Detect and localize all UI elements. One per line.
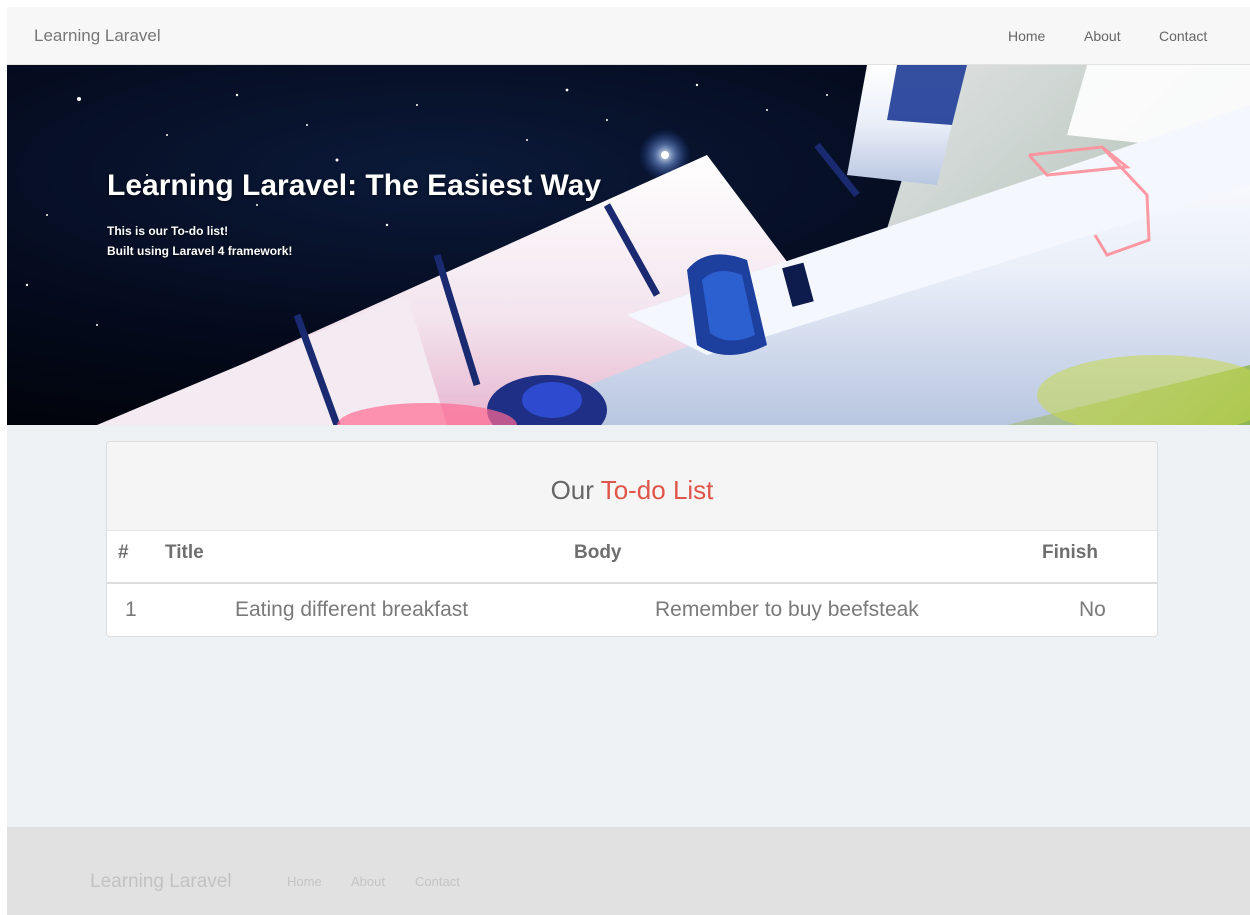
- column-header-body: Body: [574, 542, 622, 563]
- top-navbar: Learning Laravel Home About Contact: [7, 7, 1250, 65]
- footer-link-contact[interactable]: Contact: [415, 874, 460, 889]
- footer-link-home[interactable]: Home: [287, 874, 322, 889]
- nav-link-contact[interactable]: Contact: [1159, 28, 1207, 44]
- panel-heading: Our To-do List: [107, 442, 1157, 531]
- row-body: Remember to buy beefsteak: [655, 598, 919, 621]
- footer-link-about[interactable]: About: [351, 874, 385, 889]
- footer-brand[interactable]: Learning Laravel: [90, 871, 232, 893]
- todo-panel: Our To-do List # Title Body Finish 1 Eat…: [106, 441, 1158, 637]
- column-header-finish: Finish: [1042, 542, 1098, 563]
- row-finish: No: [1079, 598, 1106, 621]
- panel-title: Our To-do List: [107, 475, 1157, 506]
- panel-title-prefix: Our: [550, 475, 601, 505]
- table-header-divider: [107, 582, 1157, 584]
- row-title: Eating different breakfast: [235, 598, 469, 621]
- hero-title: Learning Laravel: The Easiest Way: [107, 169, 602, 202]
- hero-banner: Learning Laravel: The Easiest Way This i…: [7, 65, 1250, 425]
- footer: Learning Laravel Home About Contact: [7, 827, 1250, 915]
- column-header-title: Title: [165, 542, 204, 563]
- panel-title-accent: To-do List: [600, 475, 714, 505]
- navbar-brand[interactable]: Learning Laravel: [34, 26, 161, 46]
- hero-subtitle-line-1: This is our To-do list!: [107, 224, 229, 238]
- row-number: 1: [125, 598, 137, 621]
- nav-link-about[interactable]: About: [1084, 28, 1121, 44]
- column-header-number: #: [118, 542, 129, 563]
- hero-subtitle-line-2: Built using Laravel 4 framework!: [107, 244, 293, 258]
- nav-link-home[interactable]: Home: [1008, 28, 1045, 44]
- page: Learning Laravel Home About Contact Lear…: [7, 7, 1250, 915]
